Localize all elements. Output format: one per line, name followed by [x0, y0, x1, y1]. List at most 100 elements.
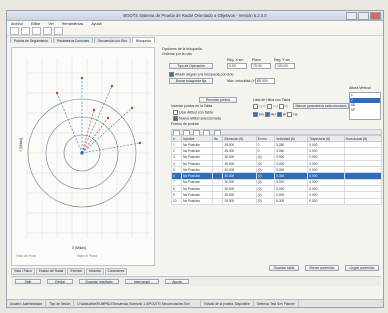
title-bar: BOOTS Sistema de Prueba de Radar Orienta… — [7, 11, 383, 21]
status-user: Usuario: Administrador — [7, 300, 47, 307]
close-button[interactable] — [370, 12, 381, 20]
status-defense: Defensa: Test Gen Planner — [254, 300, 299, 307]
clear-content-button[interactable]: Borrar contenido — [305, 265, 339, 271]
rd-checkbox[interactable] — [267, 104, 273, 109]
tab-parametros[interactable]: Parámetros Comunes — [53, 37, 94, 43]
table-body: 1 No Posición 35.000 0 3.280 0.000 2 No Posició… — [170, 140, 383, 205]
footer-tab-historial[interactable]: Historial — [86, 268, 104, 275]
footer-tab-vista[interactable]: Vista / Plano — [11, 268, 35, 275]
table-row[interactable]: 10 No Posición 35.000 (0) 5.300 0.000 — [170, 197, 383, 205]
help-button[interactable]: Ayuda — [165, 279, 189, 284]
save-result-button[interactable]: Guardar resultado — [79, 279, 119, 284]
km-checkbox[interactable] — [253, 112, 258, 117]
footer-tabs: Vista / Plano Estado del Radar Eventos H… — [11, 268, 128, 275]
search-header: Opciones de la búsqueda — [162, 47, 202, 51]
table-cell: No Posición — [181, 197, 213, 205]
hr-label: Hr — [282, 112, 287, 117]
test-points-title: Puntos de prueba — [171, 122, 199, 126]
status-file-path: D:\data\office\RUMPBLV\Secuencia.\Scenar… — [74, 300, 202, 307]
add-angle-checkbox[interactable] — [169, 72, 174, 77]
main-tabs: Puntos de Seguimiento Parámetros Comunes… — [7, 37, 383, 43]
rt-checkbox[interactable] — [278, 104, 284, 109]
add-angle-label: Añadir ángulo a la búsqueda por ciclo — [175, 72, 234, 77]
list-item[interactable]: 5P — [350, 108, 380, 113]
table-cell: 35.000 — [222, 197, 257, 205]
tab-secuencia[interactable]: Secuencia con Giro — [94, 37, 131, 43]
save-icon[interactable] — [32, 27, 41, 35]
hs-label: Hs — [293, 112, 298, 117]
polar-plot[interactable] — [12, 48, 154, 248]
app-window: BOOTS Sistema de Prueba de Radar Orienta… — [6, 10, 384, 308]
table-cell: (0) — [255, 197, 276, 205]
tab-busqueda[interactable]: Búsqueda — [131, 37, 155, 43]
settings-icon[interactable] — [43, 27, 52, 35]
table-cell: 5.300 — [274, 197, 309, 205]
plot-view-options: Vista de Polar Vista de Plano — [16, 254, 156, 258]
table-cell: 0.000 — [307, 197, 345, 205]
hit-checks: HDF Rd Rt — [253, 104, 288, 109]
maximize-button[interactable] — [358, 12, 369, 20]
mark-selected-params-button[interactable]: Marcar parámetros seleccionados — [293, 103, 349, 109]
hh-label: HH — [270, 112, 276, 117]
open-folder-icon[interactable] — [21, 27, 30, 35]
hr-checkbox[interactable] — [276, 112, 282, 117]
plot-x-label: X [Millas] — [72, 246, 86, 250]
toolbar — [7, 27, 383, 36]
use-altitude-radio[interactable] — [173, 110, 178, 115]
table-cell — [211, 197, 224, 205]
search-sub: Ordenar por la ruta — [162, 52, 192, 56]
menu-herramientas[interactable]: Herramientas — [62, 21, 84, 27]
col-reg-x: Reg. X sm — [227, 58, 244, 62]
radar-icon[interactable] — [54, 27, 63, 35]
window-controls — [346, 12, 381, 20]
redial-button[interactable]: Redial — [47, 279, 73, 284]
plane-view-option[interactable]: Vista de Plano — [77, 254, 98, 258]
tab-puntos[interactable]: Puntos de Seguimiento — [10, 37, 53, 43]
clear-fixed-search-button[interactable]: Borrar búsqueda fija — [169, 78, 213, 84]
load-content-button[interactable]: Llegar contenido — [345, 265, 379, 271]
add-angle-check[interactable]: Añadir ángulo a la búsqueda por ciclo — [169, 72, 234, 77]
operation-type-button[interactable]: Tipo de Operación — [169, 63, 213, 69]
col-plano: Plano — [252, 58, 261, 62]
max-speed-input[interactable]: 80.000 — [255, 78, 275, 84]
use-altitude-label: Usar Altitud con Tabla — [179, 110, 213, 115]
status-test-state: Estado de la prueba: Disponible — [201, 300, 254, 307]
table-cell: 10 — [170, 197, 183, 205]
search-panel: Opciones de la búsqueda Ordenar por la r… — [159, 47, 383, 271]
hs-checkbox[interactable] — [287, 112, 293, 117]
status-session-type: Tipo de Sesión — [46, 300, 75, 307]
reg-x-input[interactable]: 0.00 — [227, 63, 247, 69]
new-altitude-label: Nueva altitud seleccionada — [179, 116, 221, 121]
new-altitude-radio[interactable] — [173, 116, 178, 121]
km-label: km — [259, 112, 264, 117]
hh-checkbox[interactable] — [264, 112, 270, 117]
minimize-button[interactable] — [346, 12, 357, 20]
vertical-height-list[interactable]: 1 2 8D 5P — [349, 92, 381, 120]
hdf-checkbox[interactable] — [253, 104, 258, 109]
table-cell — [343, 197, 383, 205]
reg-y-input[interactable]: 100.00 — [275, 63, 295, 69]
new-altitude-option[interactable]: Nueva altitud seleccionada — [173, 116, 221, 121]
exit-button[interactable]: Salir — [15, 279, 41, 284]
plot-y-label: Y [Millas] — [18, 138, 23, 152]
interrupt-button[interactable]: Interrumpir — [125, 279, 159, 284]
window-title: BOOTS Sistema de Prueba de Radar Orienta… — [123, 13, 267, 18]
vertical-height-title: Altura Vertical — [349, 86, 371, 90]
hit-list-title: Lista de Hitos con Tabla — [253, 98, 291, 102]
new-file-icon[interactable] — [10, 27, 19, 35]
save-table-button[interactable]: Guardar tabla — [269, 265, 299, 271]
menu-ayuda[interactable]: Ayuda — [91, 21, 101, 27]
footer-tab-estado[interactable]: Estado del Radar — [35, 268, 67, 275]
footer-tab-conexiones[interactable]: Conexiones — [104, 268, 128, 275]
test-points-table: # Nombre Hs Elevación (ft) En ms Velocidad (f… — [170, 135, 383, 205]
plano-input[interactable]: 75.00 — [251, 63, 271, 69]
use-altitude-option[interactable]: Usar Altitud con Tabla — [173, 110, 213, 115]
footer-tab-eventos[interactable]: Eventos — [67, 268, 86, 275]
bottom-action-bar: Salir Redial Guardar resultado Interrump… — [11, 276, 381, 286]
status-bar: Usuario: Administrador Tipo de Sesión D:… — [7, 299, 383, 307]
trim-points-button[interactable]: Recortar puntos — [199, 97, 237, 103]
col-reg-y: Reg. Y sm — [274, 58, 291, 62]
polar-plot-panel: Y [Millas] X [Millas] Vista de Polar Vis… — [11, 47, 155, 266]
polar-view-option[interactable]: Vista de Polar — [16, 254, 36, 258]
hdf-label: HDF — [259, 104, 267, 109]
